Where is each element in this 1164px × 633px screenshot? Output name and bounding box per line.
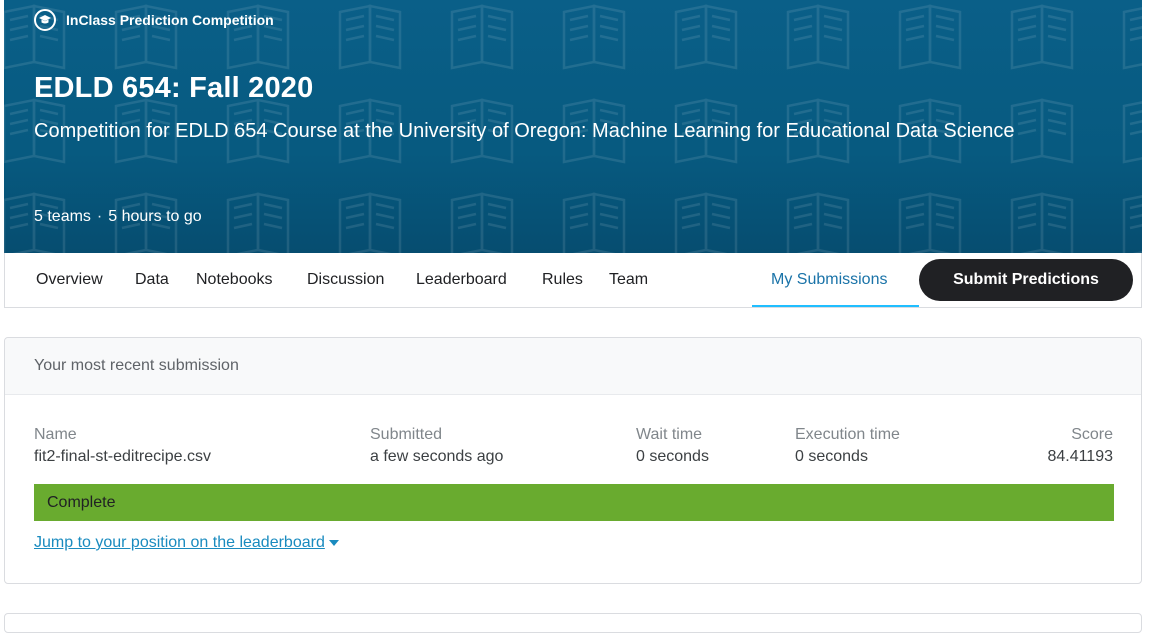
execution-time-label: Execution time	[795, 426, 900, 443]
tab-rules[interactable]: Rules	[542, 253, 583, 307]
tab-my-submissions[interactable]: My Submissions	[771, 253, 887, 307]
submissions-list-card	[4, 613, 1142, 633]
competition-title: EDLD 654: Fall 2020	[34, 72, 314, 104]
wait-time-value: 0 seconds	[636, 448, 709, 465]
name-value: fit2-final-st-editrecipe.csv	[34, 448, 211, 465]
submission-name-column: Name fit2-final-st-editrecipe.csv	[34, 426, 211, 466]
wait-time-column: Wait time 0 seconds	[636, 426, 709, 466]
competition-meta: 5 teams · 5 hours to go	[34, 208, 202, 226]
competition-type-label: InClass Prediction Competition	[66, 12, 274, 28]
tab-discussion[interactable]: Discussion	[307, 253, 384, 307]
competition-subtitle: Competition for EDLD 654 Course at the U…	[34, 120, 1015, 142]
tab-team[interactable]: Team	[609, 253, 648, 307]
tab-data[interactable]: Data	[135, 253, 169, 307]
score-column: Score 84.41193	[1047, 426, 1113, 466]
execution-time-column: Execution time 0 seconds	[795, 426, 900, 466]
submitted-column: Submitted a few seconds ago	[370, 426, 503, 466]
submitted-value: a few seconds ago	[370, 448, 504, 465]
wait-time-label: Wait time	[636, 426, 703, 443]
submitted-label: Submitted	[370, 426, 443, 443]
time-remaining: 5 hours to go	[108, 208, 202, 225]
competition-tabs: Overview Data Notebooks Discussion Leade…	[4, 253, 1142, 308]
competition-type: InClass Prediction Competition	[34, 9, 274, 31]
submit-predictions-button[interactable]: Submit Predictions	[919, 259, 1133, 301]
tab-notebooks[interactable]: Notebooks	[196, 253, 273, 307]
status-badge: Complete	[34, 484, 1114, 521]
graduation-cap-icon	[34, 9, 56, 31]
score-value: 84.41193	[1047, 448, 1113, 465]
jump-link-label: Jump to your position on the leaderboard	[34, 534, 325, 551]
tab-overview[interactable]: Overview	[36, 253, 103, 307]
execution-time-value: 0 seconds	[795, 448, 868, 465]
caret-down-icon	[328, 539, 339, 546]
recent-submission-heading: Your most recent submission	[5, 338, 1141, 395]
recent-submission-card: Your most recent submission Name fit2-fi…	[4, 337, 1142, 584]
meta-separator: ·	[96, 208, 103, 225]
name-label: Name	[34, 426, 77, 443]
team-count: 5 teams	[34, 208, 91, 225]
jump-to-leaderboard-link[interactable]: Jump to your position on the leaderboard	[34, 534, 339, 552]
competition-header: InClass Prediction Competition EDLD 654:…	[4, 0, 1142, 253]
score-label: Score	[1071, 426, 1113, 443]
active-tab-indicator	[752, 305, 919, 307]
tab-leaderboard[interactable]: Leaderboard	[416, 253, 507, 307]
